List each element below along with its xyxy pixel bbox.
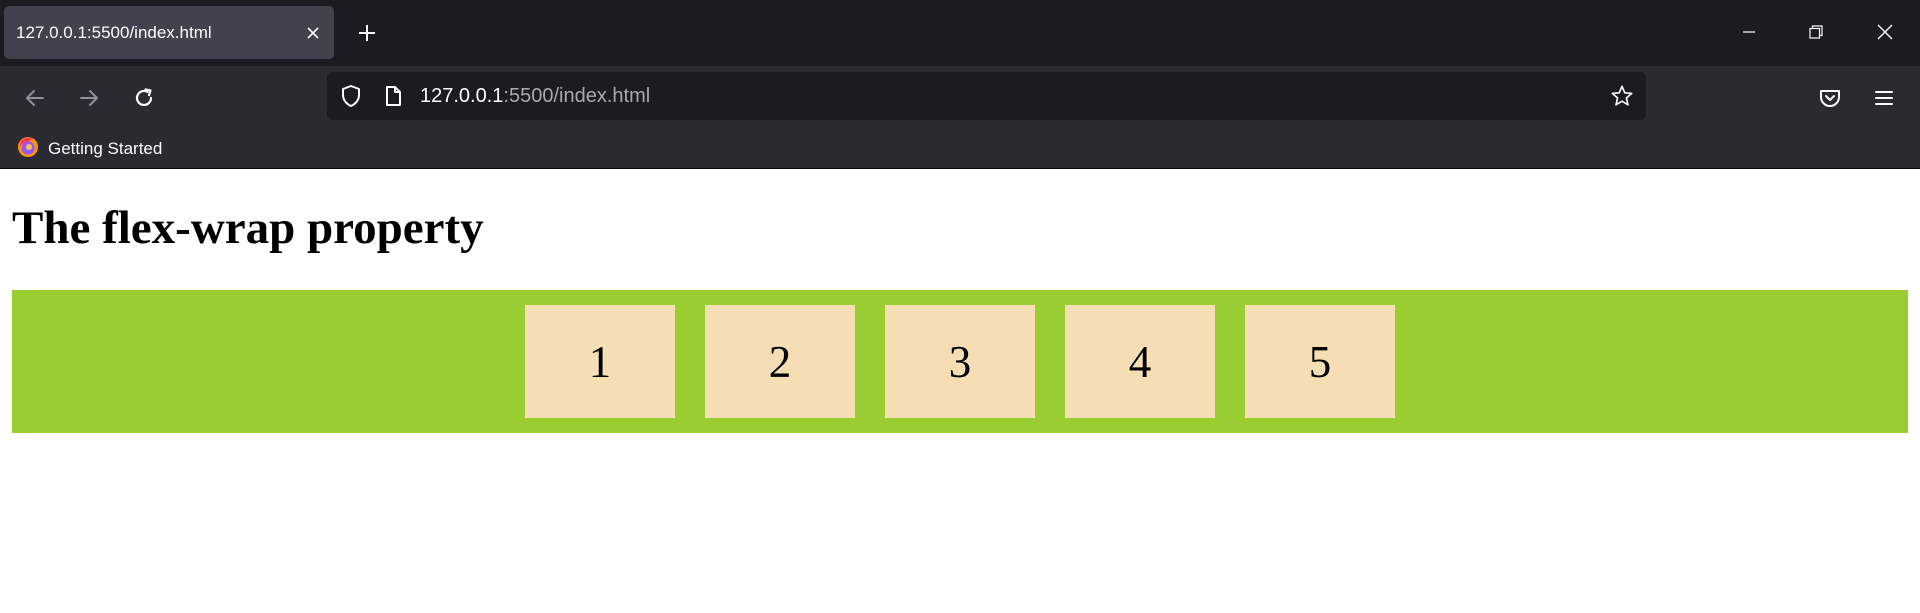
bookmark-label: Getting Started	[48, 139, 163, 158]
flex-container: 1 2 3 4 5	[12, 290, 1908, 433]
new-tab-plus-icon[interactable]	[352, 18, 382, 48]
browser-titlebar: 127.0.0.1:5500/index.html	[0, 0, 1920, 66]
reload-icon[interactable]	[126, 80, 162, 116]
navigation-toolbar: 127.0.0.1:5500/index.html	[0, 66, 1920, 130]
page-icon[interactable]	[381, 84, 405, 108]
shield-icon[interactable]	[339, 84, 363, 108]
restore-icon[interactable]	[1793, 12, 1839, 52]
forward-arrow-icon[interactable]	[71, 80, 107, 116]
page-title: The flex-wrap property	[12, 202, 484, 254]
flex-item-4: 4	[1065, 305, 1215, 418]
flex-item-1: 1	[525, 305, 675, 418]
bookmark-getting-started[interactable]: Getting Started	[16, 134, 162, 164]
browser-tab-active[interactable]: 127.0.0.1:5500/index.html	[4, 6, 334, 59]
flex-item-5: 5	[1245, 305, 1395, 418]
page-content: The flex-wrap property 1 2 3 4 5	[0, 169, 1920, 613]
url-text[interactable]: 127.0.0.1:5500/index.html	[420, 72, 650, 120]
url-host: 127.0.0.1	[420, 85, 504, 107]
flex-item-2: 2	[705, 305, 855, 418]
flex-item-3: 3	[885, 305, 1035, 418]
star-bookmark-icon[interactable]	[1610, 84, 1634, 108]
tab-title: 127.0.0.1:5500/index.html	[16, 23, 212, 42]
tab-close-icon[interactable]	[302, 22, 324, 44]
back-arrow-icon[interactable]	[17, 80, 53, 116]
bookmarks-toolbar: Getting Started	[0, 130, 1920, 169]
hamburger-menu-icon[interactable]	[1866, 80, 1902, 116]
firefox-logo-icon	[16, 135, 40, 163]
close-window-icon[interactable]	[1862, 12, 1908, 52]
address-bar[interactable]: 127.0.0.1:5500/index.html	[327, 72, 1646, 120]
minimize-icon[interactable]	[1726, 12, 1772, 52]
pocket-icon[interactable]	[1812, 80, 1848, 116]
url-path: :5500/index.html	[503, 85, 651, 107]
